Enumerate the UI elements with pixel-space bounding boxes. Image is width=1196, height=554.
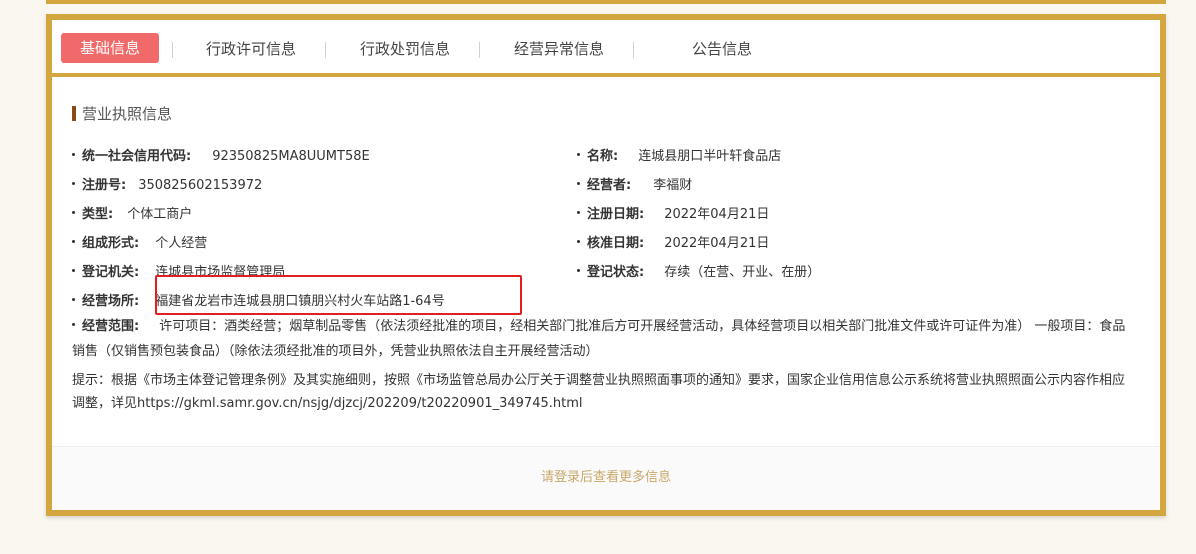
field-status: 登记状态: 存续（在营、开业、在册） xyxy=(577,261,820,280)
tab-separator xyxy=(172,42,173,58)
field-credit-code: 统一社会信用代码: 92350825MA8UUMT58E xyxy=(72,145,370,164)
bullet-dot xyxy=(577,240,580,243)
field-approve-date: 核准日期: 2022年04月21日 xyxy=(577,232,769,251)
info-panel: 基础信息 行政许可信息 行政处罚信息 经营异常信息 公告信息 营业执照信息 统一… xyxy=(46,14,1166,516)
field-form: 组成形式: 个人经营 xyxy=(72,232,207,251)
field-operator: 经营者: 李福财 xyxy=(577,174,692,193)
tab-abnormal-operation[interactable]: 经营异常信息 xyxy=(514,20,604,73)
field-value: 连城县朋口半叶轩食品店 xyxy=(638,149,782,164)
field-value: 350825602153972 xyxy=(138,178,263,193)
field-label: 注册号: xyxy=(82,178,127,193)
bullet-dot xyxy=(72,323,75,326)
field-value: 2022年04月21日 xyxy=(664,207,770,222)
field-label: 经营者: xyxy=(587,178,632,193)
tab-basic-info[interactable]: 基础信息 xyxy=(61,33,159,63)
tab-admin-license[interactable]: 行政许可信息 xyxy=(206,20,296,73)
bullet-dot xyxy=(72,211,75,214)
tab-separator xyxy=(479,42,480,58)
field-name: 名称: 连城县朋口半叶轩食品店 xyxy=(577,145,781,164)
field-type: 类型: 个体工商户 xyxy=(72,203,192,222)
field-label: 统一社会信用代码: xyxy=(82,149,192,164)
field-label: 登记机关: xyxy=(82,265,140,280)
field-label: 类型: xyxy=(82,207,114,222)
field-label: 经营范围: xyxy=(82,319,140,334)
field-label: 经营场所: xyxy=(82,294,140,309)
bullet-dot xyxy=(577,182,580,185)
field-value: 存续（在营、开业、在册） xyxy=(664,265,821,280)
tab-separator xyxy=(325,42,326,58)
bullet-dot xyxy=(72,182,75,185)
address-highlight-box xyxy=(155,275,522,315)
previous-panel-frame xyxy=(46,0,1166,4)
field-value: 许可项目：酒类经营；烟草制品零售（依法须经批准的项目，经相关部门批准后方可开展经… xyxy=(72,319,1126,359)
field-value: 2022年04月21日 xyxy=(664,236,770,251)
bullet-dot xyxy=(72,240,75,243)
notice-tip: 提示：根据《市场主体登记管理条例》及其实施细则，按照《市场监管总局办公厅关于调整… xyxy=(72,373,1126,411)
section-title: 营业执照信息 xyxy=(72,103,172,124)
bullet-dot xyxy=(72,269,75,272)
section-title-text: 营业执照信息 xyxy=(82,105,173,123)
bullet-dot xyxy=(72,153,75,156)
field-value: 92350825MA8UUMT58E xyxy=(212,149,370,164)
tab-announcement[interactable]: 公告信息 xyxy=(692,20,752,73)
field-label: 核准日期: xyxy=(587,236,645,251)
field-value: 个体工商户 xyxy=(127,207,193,222)
field-value: 个人经营 xyxy=(155,236,208,251)
field-label: 组成形式: xyxy=(82,236,140,251)
tab-separator xyxy=(633,42,634,58)
field-scope: 经营范围: 许可项目：酒类经营；烟草制品零售（依法须经批准的项目，经相关部门批准后… xyxy=(72,314,1132,364)
field-reg-date: 注册日期: 2022年04月21日 xyxy=(577,203,769,222)
tab-bar: 基础信息 行政许可信息 行政处罚信息 经营异常信息 公告信息 xyxy=(52,20,1160,77)
bullet-dot xyxy=(577,211,580,214)
tab-admin-penalty[interactable]: 行政处罚信息 xyxy=(360,20,450,73)
field-label: 注册日期: xyxy=(587,207,645,222)
field-label: 登记状态: xyxy=(587,265,645,280)
field-value: 李福财 xyxy=(653,178,693,193)
field-reg-no: 注册号: 350825602153972 xyxy=(72,174,262,193)
field-label: 名称: xyxy=(587,149,619,164)
bullet-dot xyxy=(72,298,75,301)
bullet-dot xyxy=(577,153,580,156)
section-marker xyxy=(72,106,76,121)
bullet-dot xyxy=(577,269,580,272)
login-to-view-more-link[interactable]: 请登录后查看更多信息 xyxy=(52,446,1160,510)
